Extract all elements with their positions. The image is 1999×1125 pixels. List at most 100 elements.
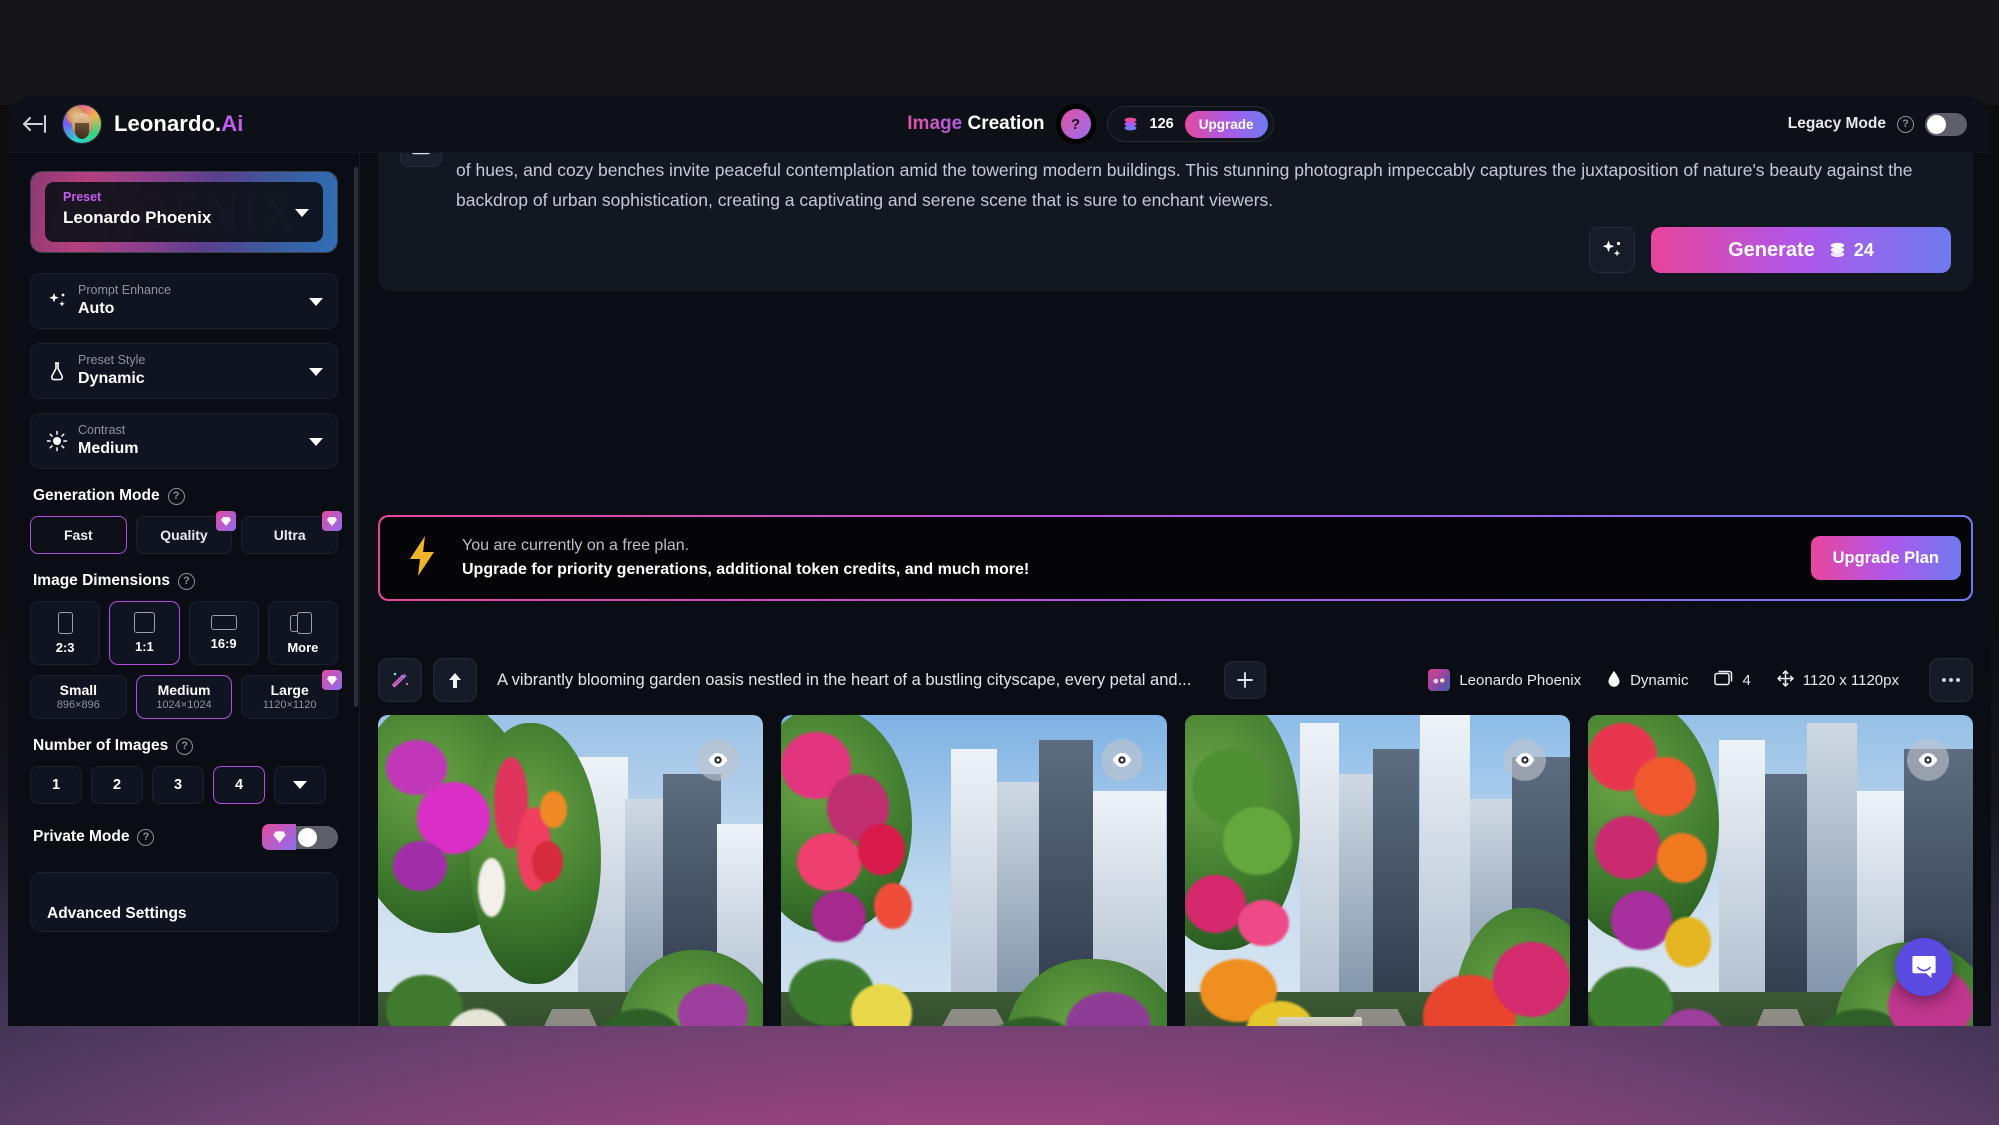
rect-portrait-icon	[57, 611, 73, 634]
eye-icon[interactable]	[697, 739, 740, 781]
generated-image-3[interactable]	[1184, 715, 1570, 1026]
resize-icon	[1777, 669, 1794, 691]
preset-selector[interactable]: Preset Leonardo Phoenix	[30, 171, 338, 253]
gem-icon	[216, 511, 237, 531]
image-dimensions-title: Image Dimensions	[33, 572, 170, 589]
image-size-large[interactable]: Large 1120×1120	[241, 670, 343, 719]
banner-line-1: You are currently on a free plan.	[462, 537, 690, 555]
prompt-enhance-value: Auto	[78, 300, 115, 318]
generation-prompt-summary[interactable]: A vibrantly blooming garden oasis nestle…	[497, 671, 1191, 690]
number-of-images-3[interactable]: 3	[152, 766, 204, 804]
number-of-images-1[interactable]: 1	[30, 766, 82, 804]
toggle-knob	[298, 827, 317, 847]
gem-icon	[262, 824, 296, 850]
meta-resolution[interactable]: 1120 x 1120px	[1777, 669, 1899, 691]
eye-icon[interactable]	[1907, 739, 1949, 781]
advanced-settings-section[interactable]: Advanced Settings	[30, 872, 338, 932]
eye-icon[interactable]	[1100, 739, 1143, 781]
banner-text: You are currently on a free plan. Upgrad…	[462, 534, 1029, 581]
aspect-ratio-options: 2:3 1:1 16:9 More	[30, 601, 338, 665]
aspect-ratio-1-1[interactable]: 1:1	[109, 601, 180, 665]
number-of-images-more[interactable]	[274, 766, 326, 804]
chevron-down-icon	[293, 781, 307, 789]
contrast-selector[interactable]: Contrast Medium	[30, 413, 338, 469]
generation-mode-quality[interactable]: Quality	[135, 511, 237, 554]
image-size-large-name: Large	[270, 681, 309, 698]
meta-model[interactable]: Leonardo Phoenix	[1428, 669, 1581, 691]
image-dimensions-header: Image Dimensions ?	[33, 572, 338, 590]
help-button[interactable]: ?	[1060, 109, 1091, 139]
page-title-accent: Image	[907, 113, 963, 134]
private-mode-controls	[262, 824, 338, 850]
preset-label: Preset	[63, 190, 102, 204]
avatar[interactable]	[63, 105, 101, 143]
meta-count[interactable]: 4	[1714, 670, 1751, 690]
meta-style-label: Dynamic	[1630, 671, 1689, 689]
private-mode-toggle[interactable]	[296, 825, 338, 849]
contrast-text: Contrast Medium	[78, 423, 138, 458]
legacy-mode-toggle[interactable]	[1925, 112, 1967, 136]
plus-icon[interactable]	[1224, 661, 1267, 699]
generation-meta: Leonardo Phoenix Dynamic 4 1120 x 1120px	[1428, 658, 1973, 702]
prompt-enhance-selector[interactable]: Prompt Enhance Auto	[30, 273, 338, 329]
toggle-knob	[1927, 114, 1946, 134]
chevron-down-icon	[295, 209, 309, 217]
topbar-left: Leonardo.Ai	[8, 105, 393, 143]
aspect-ratio-16-9[interactable]: 16:9	[188, 601, 259, 665]
aspect-ratio-2-3-label: 2:3	[55, 639, 75, 655]
number-of-images-help-icon[interactable]: ?	[176, 737, 194, 755]
number-of-images-2[interactable]: 2	[91, 766, 143, 804]
topbar-center: Image Creation ? 126 Upgrade	[393, 106, 1788, 142]
image-dimensions-help-icon[interactable]: ?	[177, 572, 195, 590]
generate-cost: 24	[1828, 240, 1874, 261]
generation-mode-quality-label: Quality	[160, 527, 208, 543]
credit-count: 126	[1149, 116, 1174, 132]
number-of-images-header: Number of Images ?	[33, 737, 338, 755]
number-of-images-options: 1 2 3 4	[30, 766, 338, 804]
generation-bar: A vibrantly blooming garden oasis nestle…	[378, 657, 1973, 703]
results-grid	[378, 715, 1973, 1026]
private-mode-help-icon[interactable]: ?	[137, 828, 155, 846]
generation-mode-fast[interactable]: Fast	[30, 516, 127, 554]
number-of-images-4[interactable]: 4	[213, 766, 265, 804]
image-size-medium[interactable]: Medium 1024×1024	[135, 675, 233, 719]
prompt-textarea[interactable]: A vibrantly blooming garden oasis nestle…	[456, 153, 1951, 215]
aspect-ratio-2-3[interactable]: 2:3	[30, 601, 101, 665]
aspect-ratio-more[interactable]: More	[267, 601, 338, 665]
banner-line-2: Upgrade for priority generations, additi…	[462, 561, 1030, 578]
legacy-mode-help-icon[interactable]: ?	[1897, 115, 1914, 133]
generation-mode-ultra[interactable]: Ultra	[241, 511, 343, 554]
eye-icon[interactable]	[1503, 739, 1546, 781]
preset-style-selector[interactable]: Preset Style Dynamic	[30, 343, 338, 399]
rect-landscape-icon	[210, 615, 237, 630]
flask-icon	[45, 360, 69, 382]
lightning-bolt-icon	[404, 534, 440, 583]
image-size-small[interactable]: Small 896×896	[30, 675, 127, 719]
private-mode-row: Private Mode ?	[33, 824, 338, 850]
brand-name-suffix: Ai	[221, 111, 244, 136]
magic-wand-icon[interactable]	[378, 658, 422, 702]
generated-image-2[interactable]	[781, 715, 1167, 1026]
sun-icon	[45, 430, 69, 452]
contrast-label: Contrast	[78, 423, 126, 438]
generate-button[interactable]: Generate 24	[1651, 227, 1951, 274]
sidebar-scrollbar[interactable]	[354, 167, 358, 707]
meta-style[interactable]: Dynamic	[1607, 670, 1688, 691]
aspect-ratio-more-label: More	[287, 639, 319, 655]
ellipsis-icon[interactable]	[1929, 658, 1973, 702]
arrow-up-icon[interactable]	[433, 658, 477, 702]
chevron-down-icon	[309, 298, 323, 306]
image-icon[interactable]	[400, 153, 442, 167]
back-arrow-icon[interactable]	[20, 111, 50, 137]
prompt-magic-button[interactable]	[1589, 227, 1635, 274]
generated-image-1[interactable]	[378, 715, 764, 1026]
upgrade-plan-button[interactable]: Upgrade Plan	[1810, 536, 1961, 580]
page-title: Image Creation	[907, 113, 1044, 135]
generation-mode-help-icon[interactable]: ?	[167, 487, 185, 505]
generation-mode-title: Generation Mode	[33, 487, 160, 504]
upgrade-button[interactable]: Upgrade	[1184, 110, 1268, 138]
chat-bubble-icon[interactable]	[1895, 938, 1953, 996]
page-title-rest: Creation	[962, 113, 1045, 134]
credits-pill[interactable]: 126 Upgrade	[1106, 106, 1274, 142]
preset-style-label: Preset Style	[78, 353, 146, 368]
